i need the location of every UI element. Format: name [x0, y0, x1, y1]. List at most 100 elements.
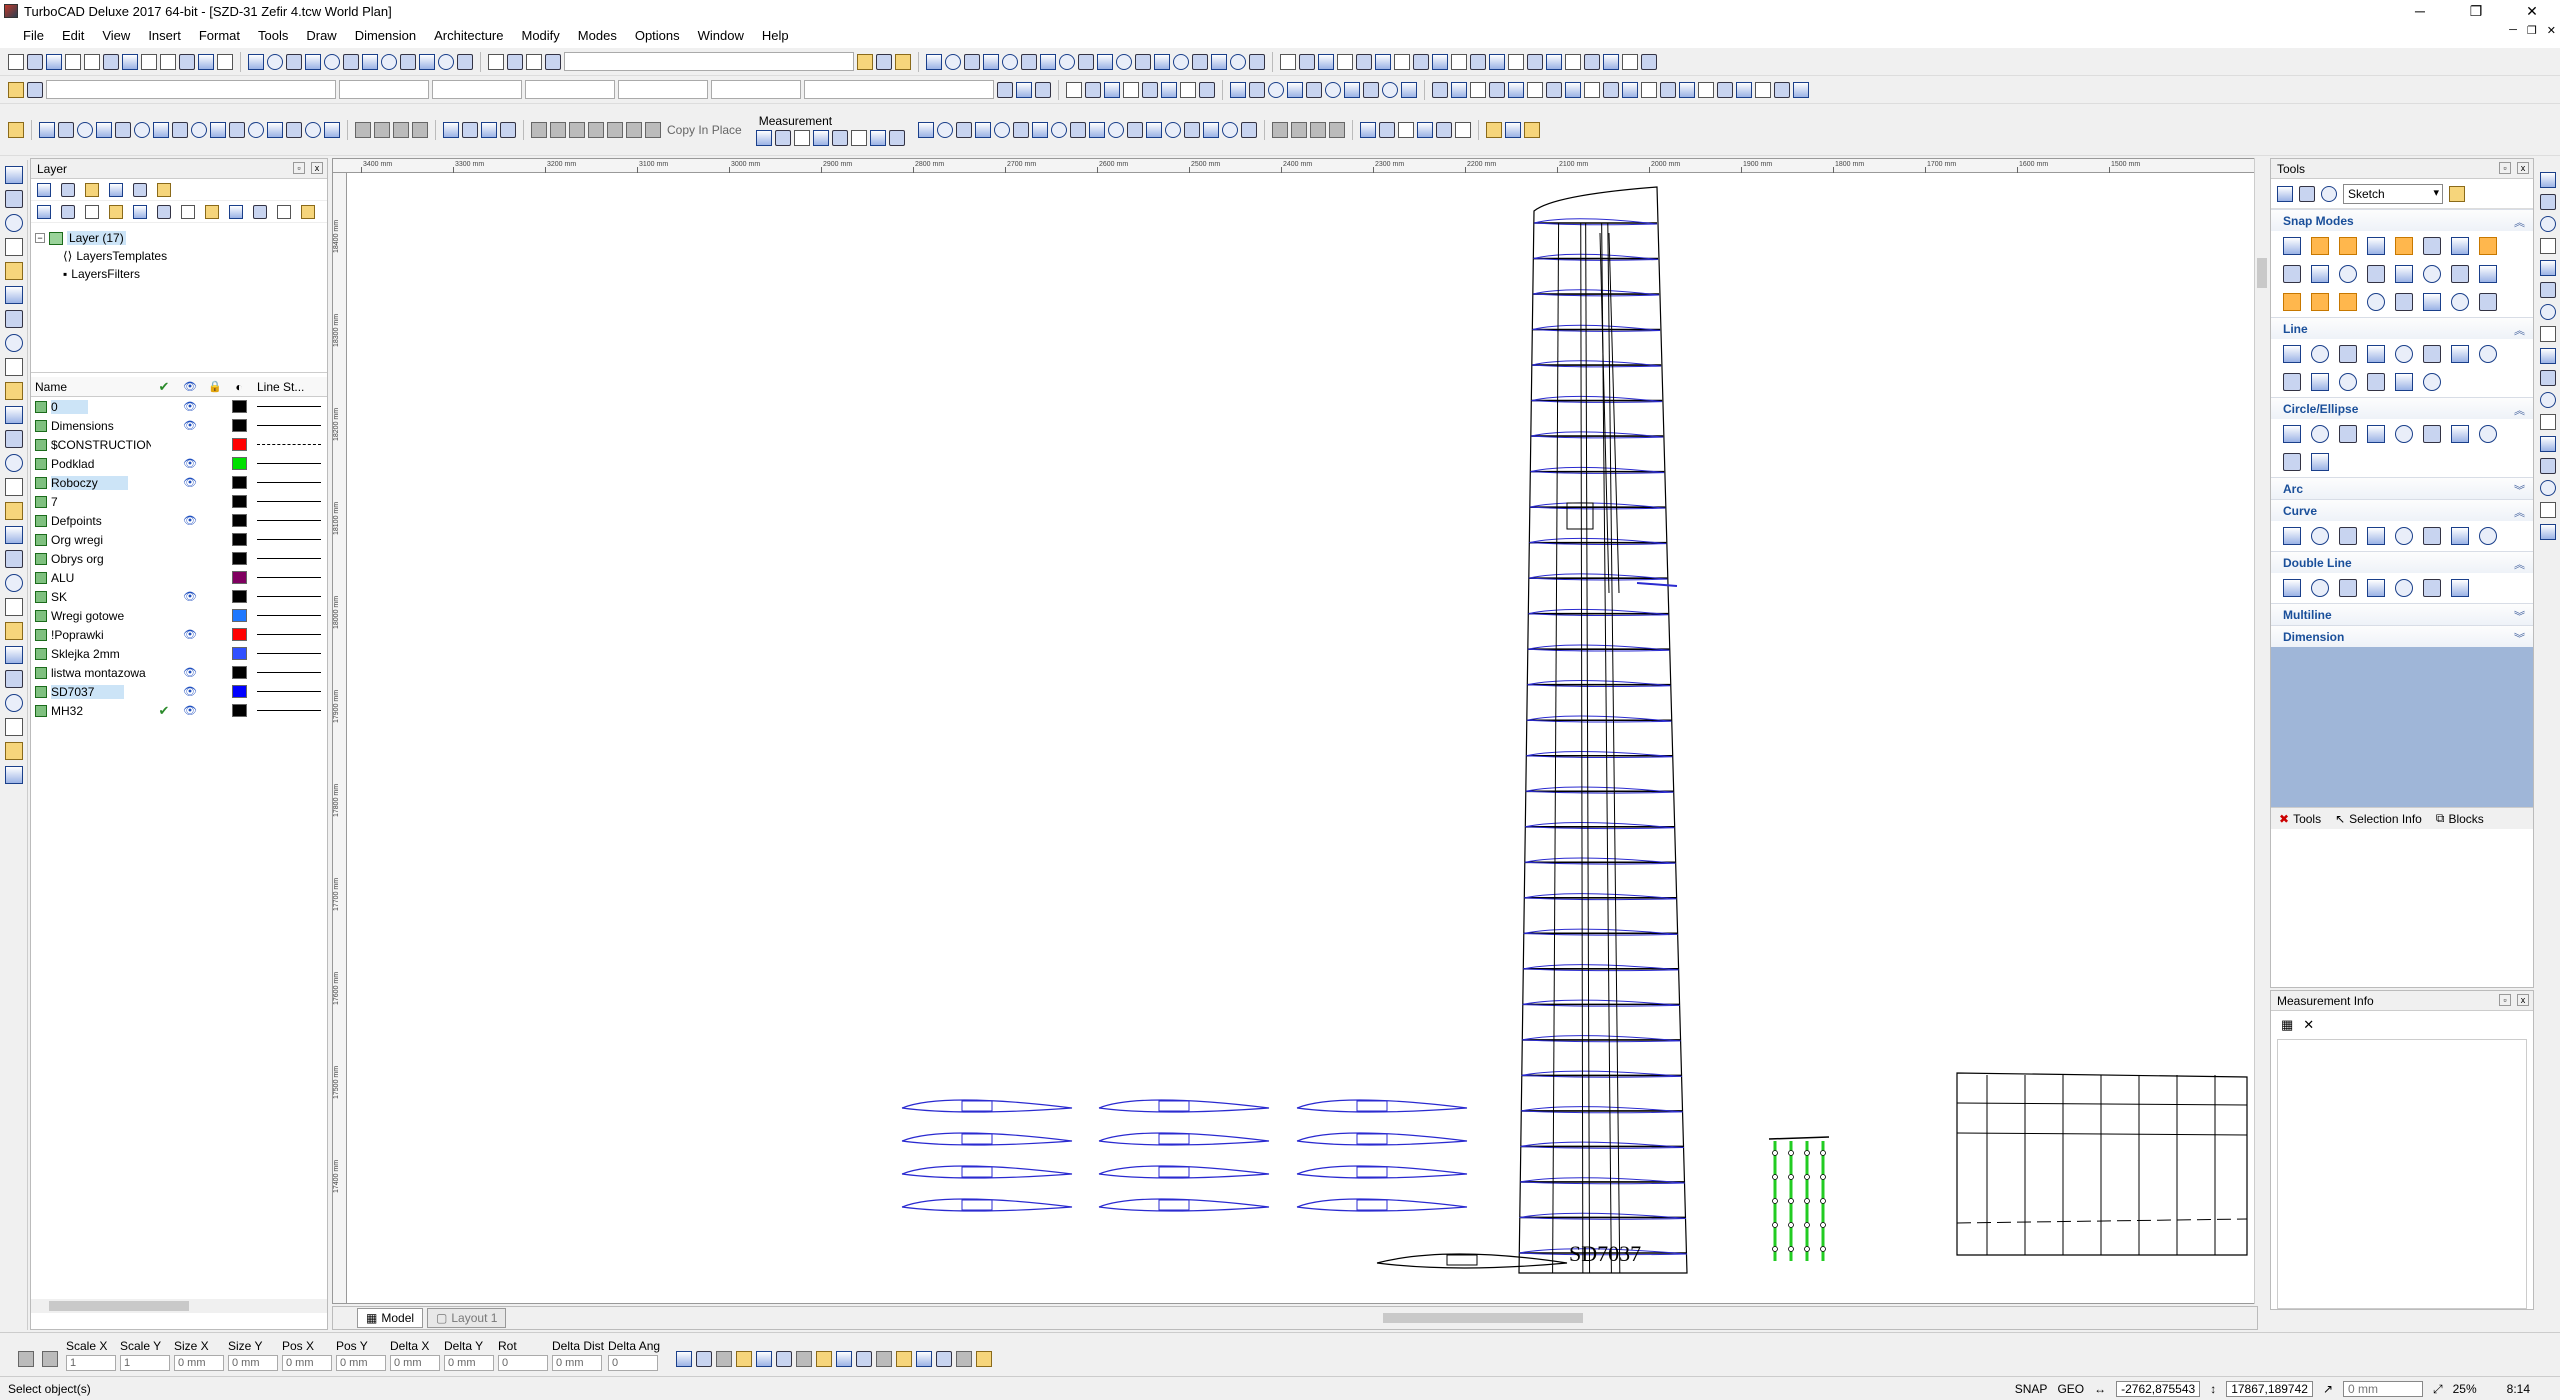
inspector-input[interactable]: 0 mm	[336, 1355, 386, 1371]
inspector-icon[interactable]	[816, 1351, 833, 1367]
draw-tool-icon[interactable]	[4, 766, 23, 784]
view-toolbar-icon[interactable]	[1432, 53, 1448, 70]
view-toolbar-icon[interactable]	[1451, 53, 1467, 70]
inspector-icon[interactable]	[976, 1351, 993, 1367]
layer-tool-icon[interactable]	[301, 204, 315, 219]
collapse-chevron-icon[interactable]: ︽	[2514, 402, 2525, 418]
menu-modify[interactable]: Modify	[513, 28, 569, 43]
tool-icon[interactable]	[2339, 293, 2357, 311]
tool-section-header[interactable]: Snap Modes ︽	[2271, 209, 2533, 231]
measure-icon[interactable]	[774, 129, 791, 146]
drawing-vscroll[interactable]	[2254, 158, 2268, 1304]
block-toolbar-icon[interactable]	[1660, 81, 1676, 98]
inspector-icon[interactable]	[756, 1351, 773, 1367]
block-toolbar-icon[interactable]	[1774, 81, 1790, 98]
3d-toolbar-icon[interactable]	[39, 121, 55, 138]
toolbar-icon[interactable]	[438, 53, 454, 70]
tab-model[interactable]: ▦ Model	[357, 1308, 424, 1328]
line-style-cell[interactable]	[251, 558, 327, 559]
tool-icon[interactable]	[2451, 293, 2469, 311]
modify-icon[interactable]	[1012, 121, 1029, 138]
tool-icon[interactable]	[2283, 453, 2301, 471]
pin-icon[interactable]: ▫	[2499, 162, 2511, 174]
visibility-eye-icon[interactable]: 👁	[177, 685, 203, 698]
visibility-eye-icon[interactable]: 👁	[177, 590, 203, 603]
expand-chevron-icon[interactable]: ︾	[2514, 482, 2525, 498]
menu-architecture[interactable]: Architecture	[425, 28, 512, 43]
property-combo[interactable]	[432, 80, 522, 99]
modify-icon[interactable]	[1240, 121, 1257, 138]
tool-icon[interactable]	[2283, 237, 2301, 255]
toolbar-icon[interactable]	[217, 53, 233, 70]
toolbar-icon[interactable]	[1104, 81, 1120, 98]
layer-color-swatch[interactable]	[231, 400, 247, 413]
column-name[interactable]: Name	[31, 380, 151, 394]
close-icon[interactable]: x	[2517, 994, 2529, 1006]
layer-row[interactable]: Dimensions 👁	[31, 416, 327, 435]
column-line-style[interactable]: Line St...	[251, 380, 327, 394]
disabled-icon[interactable]	[607, 121, 623, 138]
toolbar-icon[interactable]	[507, 53, 523, 70]
disabled-icon[interactable]	[393, 121, 409, 138]
mdi-maximize-button[interactable]: ❐	[2527, 24, 2537, 37]
property-combo[interactable]	[339, 80, 429, 99]
measure-icon[interactable]	[793, 129, 810, 146]
cad-drawing[interactable]: SD7037	[347, 173, 2257, 1303]
line-style-cell[interactable]	[251, 539, 327, 540]
toolbar-icon[interactable]	[857, 53, 873, 70]
tool-icon[interactable]	[2479, 293, 2497, 311]
measure-icon[interactable]	[831, 129, 848, 146]
property-combo[interactable]	[46, 80, 336, 99]
toolbar-icon[interactable]	[1180, 81, 1196, 98]
line-style-cell[interactable]	[251, 691, 327, 692]
view-toolbar-icon[interactable]	[1603, 53, 1619, 70]
property-combo[interactable]	[525, 80, 615, 99]
visibility-eye-icon[interactable]: 👁	[177, 628, 203, 641]
inspector-icon[interactable]	[956, 1351, 973, 1367]
draw-tool-icon[interactable]	[4, 214, 23, 232]
view-toolbar-icon[interactable]	[1546, 53, 1562, 70]
command-combo[interactable]	[564, 52, 854, 71]
toolbar-icon[interactable]	[65, 53, 81, 70]
block-toolbar-icon[interactable]	[1641, 81, 1657, 98]
tool-icon[interactable]	[2423, 345, 2441, 363]
column-color-icon[interactable]: ◐	[227, 380, 251, 394]
fuselage-panel[interactable]	[1956, 1072, 2248, 1256]
toolbar-icon[interactable]	[1016, 81, 1032, 98]
visibility-eye-icon[interactable]: 👁	[177, 666, 203, 679]
toolbar-icon[interactable]	[545, 53, 561, 70]
close-inspector-icon[interactable]	[18, 1351, 34, 1367]
tool-icon[interactable]	[2367, 425, 2385, 443]
draw-tool-icon[interactable]	[4, 262, 23, 280]
tool-icon[interactable]	[2283, 293, 2301, 311]
column-visible-icon[interactable]: 👁	[177, 380, 203, 393]
line-style-cell[interactable]	[251, 672, 327, 673]
tool-icon[interactable]	[2479, 345, 2497, 363]
draw-tool-icon[interactable]	[4, 382, 23, 400]
view-toolbar-icon[interactable]	[1318, 53, 1334, 70]
toolbar-icon[interactable]	[1401, 81, 1417, 98]
toolbar-icon[interactable]	[488, 53, 504, 70]
toolbar-icon[interactable]	[1504, 121, 1521, 138]
view-toolbar-icon[interactable]	[1527, 53, 1543, 70]
toolbar-icon[interactable]	[1435, 121, 1452, 138]
toolbar-icon[interactable]	[27, 53, 43, 70]
tool-icon[interactable]	[2395, 527, 2413, 545]
draw-tool-icon[interactable]	[4, 166, 23, 184]
menu-help[interactable]: Help	[753, 28, 798, 43]
toolbar-icon[interactable]	[1416, 121, 1433, 138]
block-toolbar-icon[interactable]	[1793, 81, 1809, 98]
close-icon[interactable]: x	[2517, 162, 2529, 174]
toolbar-icon[interactable]	[1485, 121, 1502, 138]
draw-tool-icon[interactable]	[4, 526, 23, 544]
geo-toggle[interactable]: GEO	[2057, 1382, 2084, 1396]
tool-icon[interactable]	[2395, 425, 2413, 443]
visibility-eye-icon[interactable]: 👁	[177, 400, 203, 413]
layer-color-swatch[interactable]	[231, 704, 247, 717]
layer-row[interactable]: $CONSTRUCTION	[31, 435, 327, 454]
menu-insert[interactable]: Insert	[139, 28, 190, 43]
draw-tool-icon[interactable]	[4, 598, 23, 616]
right-tool-icon[interactable]	[2540, 238, 2556, 254]
draw-tool-icon[interactable]	[4, 502, 23, 520]
measure-icon[interactable]	[888, 129, 905, 146]
